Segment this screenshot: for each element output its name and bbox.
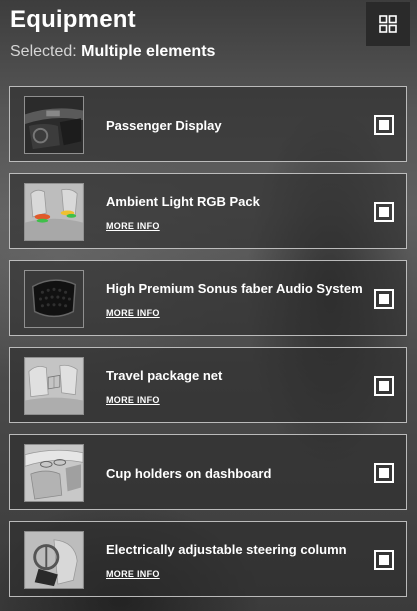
equipment-item-checkbox[interactable]: [374, 463, 394, 483]
steering-column-image: [24, 531, 84, 589]
equipment-item-title: Cup holders on dashboard: [106, 466, 272, 481]
checkbox-checked-mark: [379, 555, 389, 565]
equipment-item-title: Passenger Display: [106, 118, 222, 133]
equipment-item-title: Travel package net: [106, 368, 223, 383]
page-title: Equipment: [10, 6, 136, 33]
more-info-link[interactable]: MORE INFO: [106, 308, 160, 318]
car-seats-net-image: [24, 357, 84, 415]
selected-label: Selected:: [10, 43, 77, 60]
grid-icon: [379, 15, 397, 33]
checkbox-checked-mark: [379, 120, 389, 130]
equipment-item-title: Ambient Light RGB Pack: [106, 194, 260, 209]
equipment-item-travel-net[interactable]: Travel package net MORE INFO: [9, 347, 407, 423]
equipment-item-title: High Premium Sonus faber Audio System: [106, 281, 363, 296]
equipment-item-steering-column[interactable]: Electrically adjustable steering column …: [9, 521, 407, 597]
equipment-item-checkbox[interactable]: [374, 376, 394, 396]
checkbox-checked-mark: [379, 468, 389, 478]
equipment-list: Passenger Display Ambient Light RGB Pack…: [9, 86, 409, 608]
checkbox-checked-mark: [379, 294, 389, 304]
more-info-link[interactable]: MORE INFO: [106, 569, 160, 579]
equipment-item-checkbox[interactable]: [374, 202, 394, 222]
equipment-item-passenger-display[interactable]: Passenger Display: [9, 86, 407, 162]
equipment-item-checkbox[interactable]: [374, 115, 394, 135]
equipment-item-cup-holders[interactable]: Cup holders on dashboard: [9, 434, 407, 510]
selection-summary: Selected: Multiple elements: [10, 43, 215, 61]
more-info-link[interactable]: MORE INFO: [106, 395, 160, 405]
equipment-item-title: Electrically adjustable steering column: [106, 542, 347, 557]
car-interior-dashboard-image: [24, 96, 84, 154]
cup-holder-image: [24, 444, 84, 502]
selected-value: Multiple elements: [81, 43, 216, 60]
speaker-grille-image: [24, 270, 84, 328]
equipment-item-audio-system[interactable]: High Premium Sonus faber Audio System MO…: [9, 260, 407, 336]
car-seats-ambient-light-image: [24, 183, 84, 241]
more-info-link[interactable]: MORE INFO: [106, 221, 160, 231]
grid-view-button[interactable]: [366, 2, 410, 46]
checkbox-checked-mark: [379, 381, 389, 391]
equipment-item-checkbox[interactable]: [374, 550, 394, 570]
equipment-item-ambient-light[interactable]: Ambient Light RGB Pack MORE INFO: [9, 173, 407, 249]
equipment-item-checkbox[interactable]: [374, 289, 394, 309]
checkbox-checked-mark: [379, 207, 389, 217]
equipment-header: Equipment Selected: Multiple elements: [0, 0, 417, 76]
